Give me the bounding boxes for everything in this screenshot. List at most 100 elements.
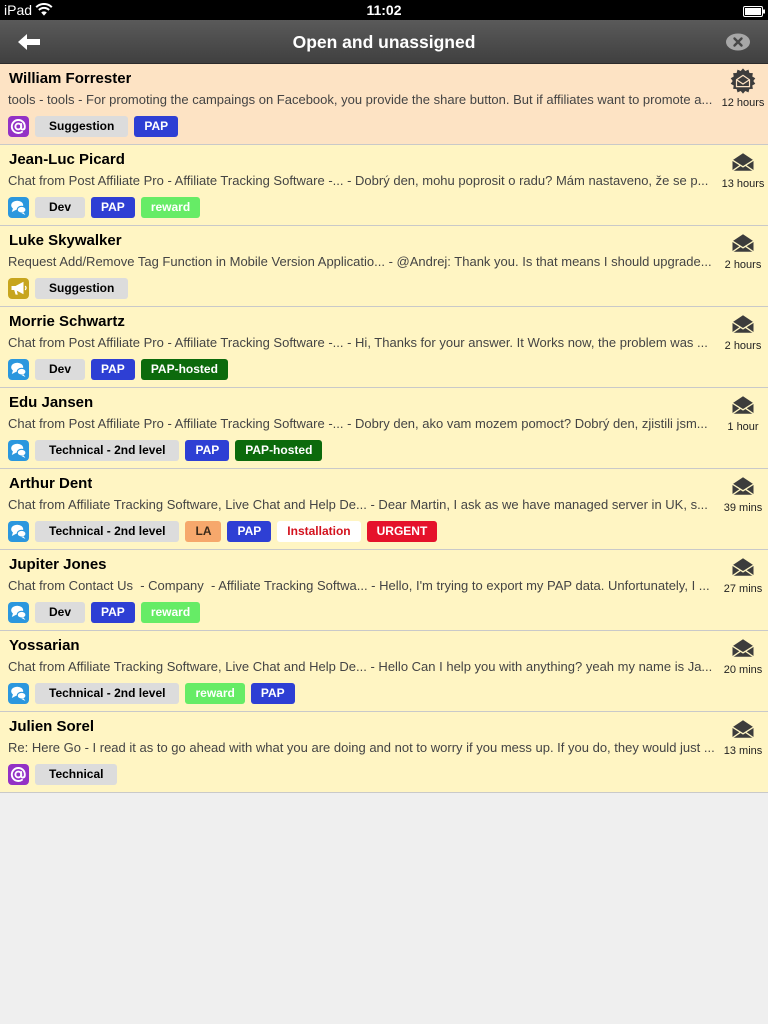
new-mail-icon [718, 66, 768, 96]
chat-icon [8, 682, 29, 704]
ticket-tag: PAP-hosted [235, 439, 323, 461]
mail-icon [718, 147, 768, 177]
department-tag: Dev [35, 358, 86, 380]
mail-icon [718, 228, 768, 258]
chat-icon [8, 358, 29, 380]
customer-name: Arthur Dent [9, 475, 93, 492]
email-icon [8, 115, 29, 137]
ticket-status: 20 mins [718, 631, 768, 711]
ticket-tags: Technical - 2nd level LA PAP Installation UR… [8, 520, 443, 542]
department-tag: Technical [35, 763, 118, 785]
department-tag: Suggestion [35, 115, 129, 137]
ticket-status: 2 hours [718, 226, 768, 306]
ticket-tags: Dev PAP reward [8, 601, 206, 623]
chat-icon [8, 439, 29, 461]
ticket-tag: PAP [185, 439, 230, 461]
ticket-tags: Suggestion [8, 277, 134, 299]
ticket-status: 13 mins [718, 712, 768, 792]
customer-name: Morrie Schwartz [9, 313, 125, 330]
ticket-tag: PAP-hosted [140, 358, 228, 380]
department-tag: Suggestion [35, 277, 129, 299]
chat-icon [8, 196, 29, 218]
mail-icon [718, 633, 768, 663]
customer-name: Jean-Luc Picard [9, 151, 125, 168]
ticket-tag: PAP [91, 601, 135, 623]
megaphone-icon [8, 277, 29, 299]
ticket-age: 12 hours [721, 97, 765, 109]
ticket-tag: reward [140, 196, 201, 218]
ticket-status: 27 mins [718, 550, 768, 630]
ticket-subject: Chat from Post Affiliate Pro - Affiliate… [8, 335, 708, 350]
close-button[interactable] [723, 32, 753, 52]
ticket-tag: LA [185, 520, 222, 542]
ticket-age: 1 hour [727, 421, 759, 433]
empty-list-area [0, 793, 768, 1024]
customer-name: Yossarian [9, 637, 80, 654]
mail-icon [718, 471, 768, 501]
department-tag: Technical - 2nd level [35, 520, 180, 542]
customer-name: William Forrester [9, 70, 132, 87]
ticket-tag: PAP [227, 520, 272, 542]
ticket-age: 27 mins [723, 583, 763, 595]
ticket-tag: PAP [134, 115, 179, 137]
chat-icon [8, 601, 29, 623]
wifi-icon [35, 3, 53, 16]
ticket-tag: PAP [91, 358, 135, 380]
ticket-row[interactable]: Arthur Dent Chat from Affiliate Tracking … [0, 469, 768, 550]
customer-name: Julien Sorel [9, 718, 95, 735]
ticket-row[interactable]: William Forrester tools - tools - For pro… [0, 64, 768, 145]
ticket-subject: Chat from Affiliate Tracking Software, L… [8, 497, 708, 512]
ticket-tag: URGENT [366, 520, 438, 542]
ticket-row[interactable]: Yossarian Chat from Affiliate Tracking So… [0, 631, 768, 712]
ticket-tag: PAP [91, 196, 135, 218]
close-icon[interactable] [725, 33, 751, 51]
ticket-subject: Chat from Post Affiliate Pro - Affiliate… [8, 416, 708, 431]
chat-icon [8, 520, 29, 542]
ticket-row[interactable]: Julien Sorel Re: Here Go - I read it as t… [0, 712, 768, 793]
email-icon [8, 763, 29, 785]
mail-icon [718, 390, 768, 420]
ticket-tags: Suggestion PAP [8, 115, 184, 137]
ticket-tag: reward [185, 682, 245, 704]
navigation-bar: Open and unassigned [0, 20, 768, 64]
ticket-row[interactable]: Morrie Schwartz Chat from Post Affiliate … [0, 307, 768, 388]
status-bar: iPad 11:02 [0, 0, 768, 20]
back-button[interactable] [14, 28, 44, 56]
clock: 11:02 [366, 2, 402, 18]
ticket-tag: Installation [277, 520, 361, 542]
department-tag: Dev [35, 601, 86, 623]
ticket-tags: Dev PAP PAP-hosted [8, 358, 234, 380]
ticket-status: 13 hours [718, 145, 768, 225]
ticket-subject: tools - tools - For promoting the campai… [8, 92, 713, 107]
ticket-age: 20 mins [723, 664, 763, 676]
ticket-age: 13 mins [723, 745, 763, 757]
page-title: Open and unassigned [292, 32, 476, 52]
ticket-row[interactable]: Jean-Luc Picard Chat from Post Affiliate … [0, 145, 768, 226]
ticket-tags: Technical - 2nd level reward PAP [8, 682, 301, 704]
ticket-row[interactable]: Jupiter Jones Chat from Contact Us - Comp… [0, 550, 768, 631]
ticket-status: 39 mins [718, 469, 768, 549]
mail-icon [718, 309, 768, 339]
ticket-subject: Chat from Affiliate Tracking Software, L… [8, 659, 713, 674]
back-arrow-icon[interactable] [17, 33, 41, 51]
ticket-status: 12 hours [718, 64, 768, 144]
customer-name: Luke Skywalker [9, 232, 122, 249]
ticket-tags: Technical - 2nd level PAP PAP-hosted [8, 439, 328, 461]
department-tag: Technical - 2nd level [35, 682, 180, 704]
ticket-row[interactable]: Luke Skywalker Request Add/Remove Tag Fun… [0, 226, 768, 307]
mail-icon [718, 552, 768, 582]
ticket-age: 39 mins [723, 502, 763, 514]
ticket-age: 2 hours [724, 340, 762, 352]
ticket-subject: Re: Here Go - I read it as to go ahead w… [8, 740, 715, 755]
department-tag: Technical - 2nd level [35, 439, 180, 461]
ticket-row[interactable]: Edu Jansen Chat from Post Affiliate Pro -… [0, 388, 768, 469]
mail-icon [718, 714, 768, 744]
ticket-age: 13 hours [721, 178, 765, 190]
ticket-tags: Technical [8, 763, 123, 785]
ticket-status: 1 hour [718, 388, 768, 468]
ticket-tag: reward [140, 601, 201, 623]
ticket-subject: Chat from Contact Us - Company - Affilia… [8, 578, 710, 593]
ticket-status: 2 hours [718, 307, 768, 387]
ticket-tag: PAP [250, 682, 295, 704]
ticket-tags: Dev PAP reward [8, 196, 206, 218]
